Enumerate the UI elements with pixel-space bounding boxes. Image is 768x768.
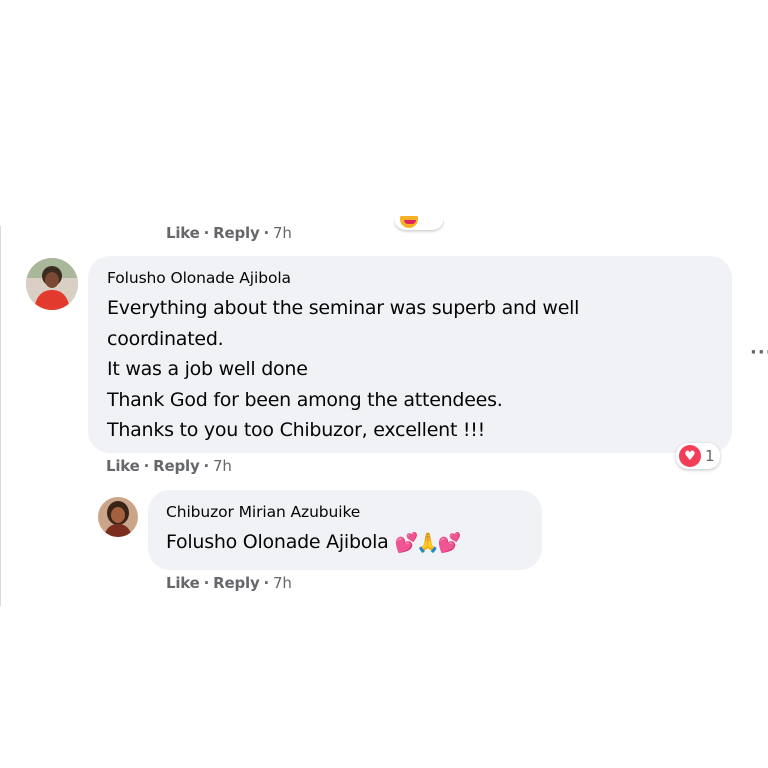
- comment-line: Everything about the seminar was superb …: [107, 297, 580, 319]
- reply-emojis: 💕🙏💕: [394, 531, 462, 554]
- thread-rule: [0, 226, 1, 606]
- previous-reaction-badge[interactable]: [394, 216, 444, 234]
- separator: ·: [203, 457, 210, 475]
- comment-author[interactable]: Folusho Olonade Ajibola: [107, 269, 291, 287]
- comment-bubble: Folusho Olonade Ajibola Everything about…: [88, 256, 732, 453]
- mention-link[interactable]: Folusho Olonade Ajibola: [166, 528, 389, 556]
- reply-actions: Like · Reply · 7h: [166, 574, 292, 592]
- separator: ·: [203, 224, 210, 242]
- like-button[interactable]: Like: [106, 457, 140, 475]
- reply-body: Folusho Olonade Ajibola 💕🙏💕: [166, 528, 462, 556]
- reaction-count: 1: [705, 447, 715, 465]
- comment-time[interactable]: 7h: [213, 457, 232, 475]
- reply-button[interactable]: Reply: [213, 224, 260, 242]
- reaction-badge[interactable]: ♥ 1: [676, 443, 720, 469]
- avatar-chibuzor: [98, 497, 138, 537]
- comment-line: coordinated.: [107, 327, 224, 350]
- comment-line: Thank God for been among the attendees.: [107, 388, 503, 411]
- separator: ·: [263, 574, 270, 592]
- comment-time[interactable]: 7h: [273, 224, 292, 242]
- reply-bubble: Chibuzor Mirian Azubuike Folusho Olonade…: [148, 490, 542, 570]
- reply-author[interactable]: Chibuzor Mirian Azubuike: [166, 503, 360, 521]
- comment-time[interactable]: 7h: [273, 574, 292, 592]
- separator: ·: [203, 574, 210, 592]
- avatar[interactable]: [26, 258, 78, 310]
- comment-line: It was a job well done: [107, 358, 308, 380]
- avatar[interactable]: [98, 497, 138, 537]
- comment-actions: Like · Reply · 7h: [106, 457, 232, 475]
- separator: ·: [143, 457, 150, 475]
- separator: ·: [263, 224, 270, 242]
- comment-body: Everything about the seminar was superb …: [107, 293, 579, 446]
- comment-line: Thanks to you too Chibuzor, excellent !!…: [107, 419, 486, 441]
- like-button[interactable]: Like: [166, 224, 200, 242]
- reply-button[interactable]: Reply: [213, 574, 260, 592]
- reply-button[interactable]: Reply: [153, 457, 200, 475]
- like-button[interactable]: Like: [166, 574, 200, 592]
- avatar-folusho: [26, 258, 78, 310]
- previous-comment-actions: Like · Reply · 7h: [166, 224, 292, 242]
- more-options-icon[interactable]: ···: [750, 342, 768, 363]
- heart-reaction-icon: ♥: [679, 445, 701, 467]
